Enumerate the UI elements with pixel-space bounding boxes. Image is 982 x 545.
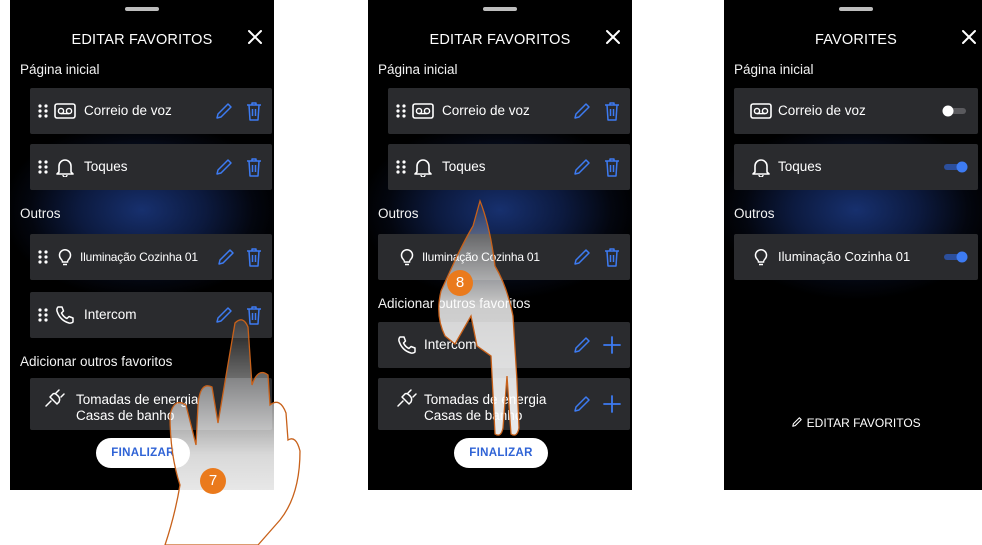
favorite-item-voicemail[interactable]: Correio de voz (734, 88, 978, 134)
favorite-item-kitchen-light[interactable]: Iluminação Cozinha 01 (378, 234, 630, 280)
finish-button[interactable]: FINALIZAR (454, 438, 548, 468)
drag-handle[interactable] (839, 7, 873, 11)
close-icon[interactable] (602, 26, 624, 48)
voicemail-icon (412, 103, 434, 119)
section-home-label: Página inicial (378, 62, 458, 77)
edit-pencil-icon[interactable] (214, 157, 234, 177)
section-others-label: Outros (20, 206, 61, 221)
trash-icon[interactable] (602, 246, 622, 268)
drag-dots-icon[interactable] (38, 250, 48, 264)
plus-icon[interactable] (602, 394, 622, 414)
favorite-label: Iluminação Cozinha 01 (80, 250, 198, 264)
favorite-label: Correio de voz (84, 103, 172, 118)
favorite-label: Iluminação Cozinha 01 (422, 250, 540, 264)
edit-pencil-icon[interactable] (214, 305, 234, 325)
phone-icon (398, 336, 416, 354)
add-item-power-outlets[interactable]: Tomadas de energia Casas de banho (378, 378, 630, 430)
trash-icon[interactable] (602, 100, 622, 122)
edit-pencil-icon[interactable] (214, 101, 234, 121)
trash-icon[interactable] (244, 100, 264, 122)
section-home-label: Página inicial (734, 62, 814, 77)
bell-icon (56, 159, 74, 177)
voicemail-icon (750, 103, 772, 119)
section-home-label: Página inicial (20, 62, 100, 77)
edit-pencil-icon[interactable] (572, 247, 592, 267)
step-badge-8: 8 (447, 270, 473, 296)
screen-edit-favorites-1: EDITAR FAVORITOS Página inicial Correio … (10, 0, 274, 490)
bell-icon (414, 159, 432, 177)
plus-icon[interactable] (602, 335, 622, 355)
edit-pencil-icon[interactable] (572, 157, 592, 177)
lightbulb-icon (754, 248, 768, 266)
favorite-item-kitchen-light[interactable]: Iluminação Cozinha 01 (734, 234, 978, 280)
favorite-label: Intercom (84, 307, 137, 322)
edit-favorites-link[interactable]: EDITAR FAVORITOS (724, 416, 982, 430)
favorite-item-ringtones[interactable]: Toques (30, 144, 272, 190)
section-others-label: Outros (378, 206, 419, 221)
trash-icon[interactable] (244, 304, 264, 326)
screen-edit-favorites-2: EDITAR FAVORITOS Página inicial Correio … (368, 0, 632, 490)
lightbulb-icon (400, 248, 414, 266)
close-icon[interactable] (244, 26, 266, 48)
favorite-label: Iluminação Cozinha 01 (778, 249, 911, 264)
section-others-label: Outros (734, 206, 775, 221)
drag-dots-icon[interactable] (396, 160, 406, 174)
drag-dots-icon[interactable] (38, 104, 48, 118)
favorite-label: Correio de voz (442, 103, 530, 118)
section-add-label: Adicionar outros favoritos (378, 296, 531, 311)
section-add-label: Adicionar outros favoritos (20, 354, 173, 369)
edit-pencil-icon[interactable] (572, 101, 592, 121)
screen-favorites: FAVORITES Página inicial Correio de voz … (724, 0, 982, 490)
drag-handle[interactable] (125, 7, 159, 11)
toggle-switch-off[interactable] (942, 105, 968, 117)
trash-icon[interactable] (602, 156, 622, 178)
lightbulb-icon (58, 248, 72, 266)
favorite-item-voicemail[interactable]: Correio de voz (30, 88, 272, 134)
favorite-item-intercom[interactable]: Intercom (30, 292, 272, 338)
drag-dots-icon[interactable] (38, 160, 48, 174)
drag-dots-icon[interactable] (38, 308, 48, 322)
drag-dots-icon[interactable] (396, 104, 406, 118)
close-icon[interactable] (958, 26, 980, 48)
add-item-power-outlets[interactable]: Tomadas de energia Casas de banho (30, 378, 272, 430)
edit-pencil-icon[interactable] (572, 394, 592, 414)
screen-title: FAVORITES (814, 32, 898, 48)
toggle-switch-on[interactable] (942, 251, 968, 263)
trash-icon[interactable] (244, 156, 264, 178)
bell-icon (752, 159, 770, 177)
plug-icon (45, 389, 65, 407)
favorite-label: Toques (84, 159, 128, 174)
add-item-label: Tomadas de energia Casas de banho (424, 392, 547, 423)
finish-button[interactable]: FINALIZAR (96, 438, 190, 468)
favorite-item-voicemail[interactable]: Correio de voz (388, 88, 630, 134)
add-item-label: Tomadas de energia Casas de banho (76, 392, 199, 423)
edit-pencil-icon[interactable] (216, 247, 236, 267)
edit-pencil-icon (792, 417, 803, 427)
favorite-label: Toques (778, 159, 822, 174)
screen-title: EDITAR FAVORITOS (71, 32, 213, 48)
phone-icon (56, 306, 74, 324)
edit-pencil-icon[interactable] (572, 335, 592, 355)
favorite-item-ringtones[interactable]: Toques (388, 144, 630, 190)
trash-icon[interactable] (244, 246, 264, 268)
add-item-intercom[interactable]: Intercom (378, 322, 630, 368)
favorite-item-kitchen-light[interactable]: Iluminação Cozinha 01 (30, 234, 272, 280)
step-badge-7: 7 (200, 468, 226, 494)
drag-handle[interactable] (483, 7, 517, 11)
voicemail-icon (54, 103, 76, 119)
screen-title: EDITAR FAVORITOS (429, 32, 571, 48)
favorite-label: Correio de voz (778, 103, 866, 118)
plug-icon (397, 389, 417, 407)
favorite-item-ringtones[interactable]: Toques (734, 144, 978, 190)
toggle-switch-on[interactable] (942, 161, 968, 173)
add-item-label: Intercom (424, 337, 477, 352)
favorite-label: Toques (442, 159, 486, 174)
